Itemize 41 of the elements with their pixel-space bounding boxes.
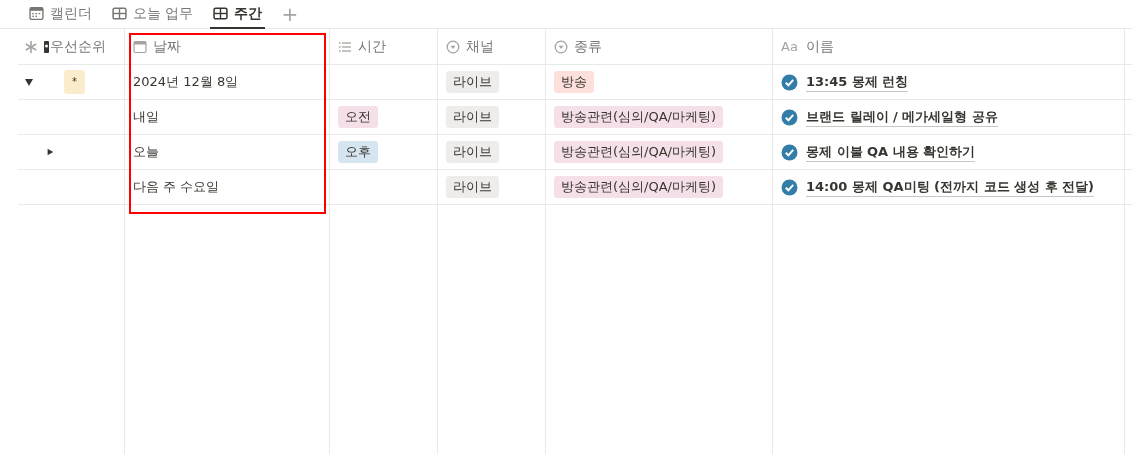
dropdown-icon: [446, 39, 460, 54]
page-title-link[interactable]: 브랜드 릴레이 / 메가세일형 공유: [806, 107, 998, 127]
channel-tag: 라이브: [446, 141, 499, 163]
column-header[interactable]: 채널: [466, 37, 494, 56]
channel-tag: 라이브: [446, 71, 499, 93]
table-icon: [213, 6, 229, 21]
expand-toggle-icon[interactable]: [46, 148, 54, 156]
add-view-button[interactable]: +: [279, 0, 301, 28]
column-header[interactable]: 시간: [358, 37, 386, 56]
asterisk-icon: [24, 39, 38, 54]
page-title-link[interactable]: 13:45 몽제 런칭: [806, 72, 909, 92]
text-type-label: Aa: [781, 39, 798, 54]
collapse-toggle-icon[interactable]: [24, 77, 34, 87]
toggle-icon: [44, 40, 49, 53]
date-text: 내일: [133, 108, 159, 126]
column-header[interactable]: 이름: [805, 37, 834, 56]
time-tag: 오후: [338, 141, 378, 163]
calendar-icon: [133, 39, 147, 54]
date-text: 오늘: [133, 143, 159, 161]
type-tag: 방송관련(심의/QA/마케팅): [554, 106, 724, 128]
time-tag: 오전: [338, 106, 378, 128]
date-text: 2024년 12월 8일: [133, 73, 239, 91]
type-tag: 방송관련(심의/QA/마케팅): [554, 141, 724, 163]
type-tag: 방송관련(심의/QA/마케팅): [554, 176, 724, 198]
column-header[interactable]: 우선순위: [50, 37, 106, 56]
channel-tag: 라이브: [446, 106, 499, 128]
priority-tag: *: [64, 70, 85, 94]
page-title-link[interactable]: 몽제 이불 QA 내용 확인하기: [806, 142, 976, 162]
view-tab[interactable]: 오늘 업무: [109, 0, 197, 29]
column-header[interactable]: 종류: [574, 37, 602, 56]
table-icon: [112, 6, 127, 21]
calendar-icon: [29, 6, 44, 21]
type-tag: 방송: [554, 71, 594, 93]
list-icon: [338, 39, 352, 54]
view-tab[interactable]: 주간: [210, 0, 266, 29]
page-title-link[interactable]: 14:00 몽제 QA미팅 (전까지 코드 생성 후 전달): [806, 177, 1095, 197]
channel-tag: 라이브: [446, 176, 499, 198]
view-tab[interactable]: 캘린더: [26, 0, 95, 29]
date-text: 다음 주 수요일: [133, 178, 220, 196]
dropdown-icon: [554, 39, 568, 54]
column-header[interactable]: 날짜: [153, 37, 181, 56]
